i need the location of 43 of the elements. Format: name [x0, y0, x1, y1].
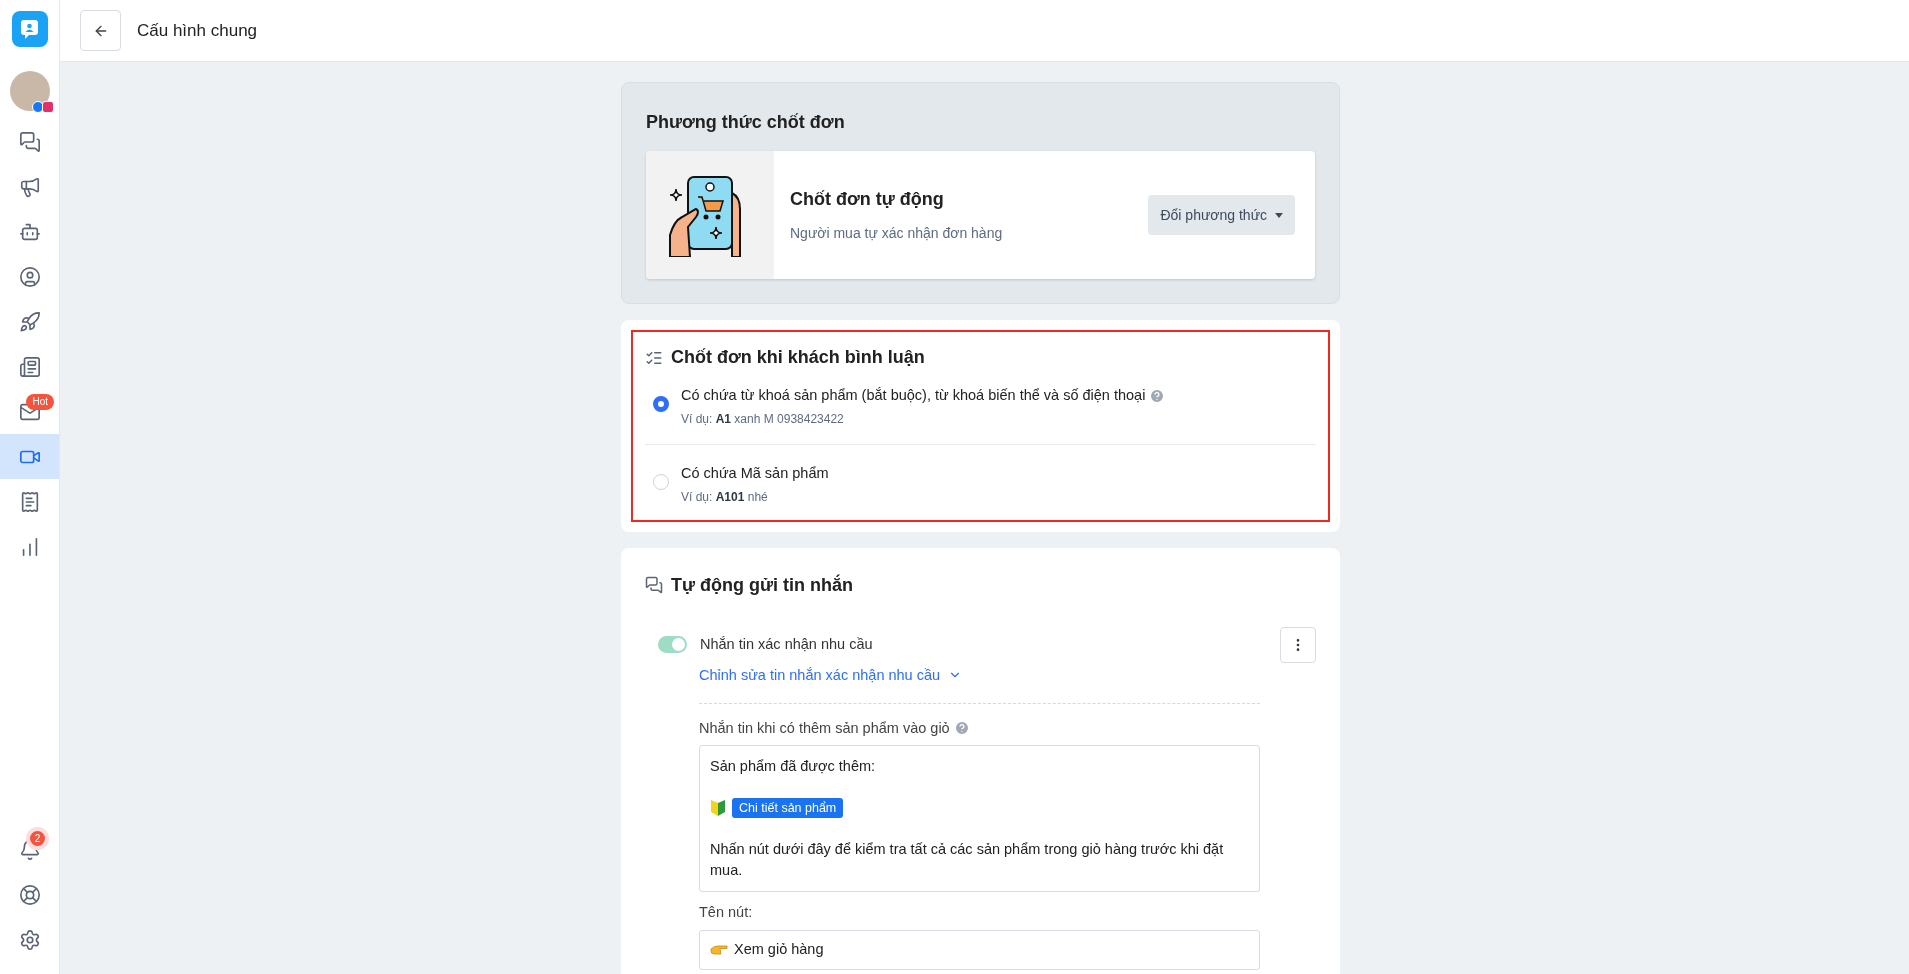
product-detail-chip[interactable]: Chi tiết sản phẩm: [732, 798, 844, 819]
message-line: Sản phẩm đã được thêm:: [710, 757, 877, 777]
message-text-area[interactable]: Sản phẩm đã được thêm: Chi tiết sản phẩm Nhấn nút dưới đây để kiểm tra tất cả các sản phẩm trong giỏ hàng trước khi đặt mua.: [699, 745, 1260, 893]
back-button[interactable]: [80, 10, 121, 51]
field-label: Tên nút:: [699, 903, 754, 923]
chat-bubbles-icon: [18, 130, 41, 153]
rocket-icon: [18, 310, 41, 333]
section-title: Chốt đơn khi khách bình luận: [671, 346, 925, 369]
option-example: Ví dụ: A101 nhé: [681, 488, 769, 506]
page-title: Cấu hình chung: [137, 19, 258, 42]
toggle-switch[interactable]: [658, 636, 687, 653]
toggle-label: Nhắn tin xác nhận nhu cầu: [700, 634, 874, 654]
help-icon: [1149, 387, 1166, 404]
beginner-mark-icon: [710, 799, 726, 818]
help-icon: [953, 720, 970, 737]
caret-icon: [1275, 212, 1283, 218]
button-name-value: Xem giỏ hàng: [734, 940, 824, 960]
option-example: Ví dụ: A1 xanh M 0938423422: [681, 410, 845, 428]
sidebar-item[interactable]: Hot: [0, 389, 59, 434]
sidebar-item[interactable]: [0, 434, 59, 479]
facebook-icon: [31, 101, 44, 113]
newspaper-icon: [18, 355, 41, 378]
method-name: Chốt đơn tự động: [790, 188, 945, 211]
sidebar-item[interactable]: 2: [0, 827, 59, 872]
settings-icon: [18, 928, 41, 951]
message-paragraph: Nhấn nút dưới đây để kiểm tra tất cả các sản phẩm trong giỏ hàng trước khi đặt mua.: [710, 840, 1225, 881]
edit-message-link[interactable]: Chỉnh sửa tin nhắn xác nhận nhu cầu: [699, 664, 963, 687]
megaphone-icon: [18, 175, 41, 198]
radio-button[interactable]: [653, 396, 669, 412]
section-title: Phương thức chốt đơn: [646, 111, 846, 134]
button-name-field[interactable]: Xem giỏ hàng: [699, 930, 1260, 970]
section-title: Tự động gửi tin nhắn: [671, 573, 854, 597]
change-method-button[interactable]: Đổi phương thức: [1148, 195, 1295, 235]
pointing-hand-icon: [710, 944, 728, 956]
lifebuoy-icon: [18, 883, 41, 906]
field-label: Nhắn tin khi có thêm sản phẩm vào giỏ: [699, 718, 950, 738]
app-logo-icon[interactable]: [11, 11, 48, 47]
method-description: Người mua tự xác nhận đơn hàng: [790, 224, 1003, 243]
user-circle-icon: [18, 265, 41, 288]
chat-bubbles-icon: [645, 576, 663, 594]
option-label: Có chứa Mã sản phẩm: [681, 463, 829, 483]
badge: Hot: [26, 394, 54, 410]
option-label: Có chứa từ khoá sản phẩm (bắt buộc), từ khoá biến thể và số điện thoại: [681, 386, 1146, 405]
